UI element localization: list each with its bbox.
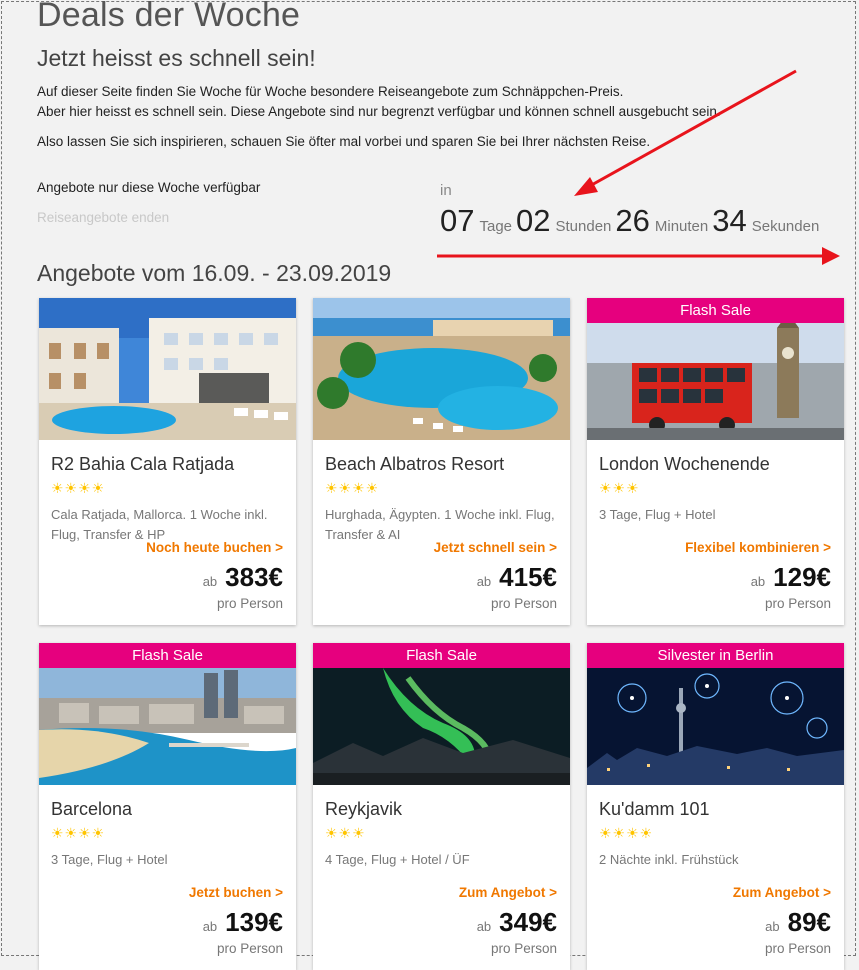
offer-image[interactable] <box>313 298 570 440</box>
star-rating-icon: ☀☀☀ <box>325 825 366 841</box>
offers-section-title: Angebote vom 16.09. - 23.09.2019 <box>37 260 392 286</box>
offer-description: 3 Tage, Flug + Hotel <box>599 507 716 522</box>
star-rating-icon: ☀☀☀☀ <box>325 480 380 496</box>
price-unit: pro Person <box>490 941 557 956</box>
offer-description: Hurghada, Ägypten. 1 Woche inkl. Flug, T… <box>325 507 555 542</box>
offer-price: ab 129€ <box>751 562 831 593</box>
page-subtitle: Jetzt heisst es schnell sein! <box>37 45 316 71</box>
offer-price: ab 415€ <box>477 562 557 593</box>
price-unit: pro Person <box>216 596 283 611</box>
star-rating-icon: ☀☀☀☀ <box>599 825 654 841</box>
offer-price: ab 349€ <box>477 907 557 938</box>
intro-line: Also lassen Sie sich inspirieren, schaue… <box>37 134 651 149</box>
price-value: 89€ <box>787 907 831 937</box>
countdown-seconds: 34 <box>712 203 747 238</box>
offer-badge: Silvester in Berlin <box>587 643 844 668</box>
offers-end-label: Reiseangebote enden <box>37 210 170 225</box>
offer-card[interactable]: R2 Bahia Cala Ratjada ☀☀☀☀ Cala Ratjada,… <box>39 298 296 625</box>
offer-card[interactable]: Flash Sale Reykjavik ☀☀☀ 4 Tage, Flug + … <box>313 643 570 970</box>
offer-description: 2 Nächte inkl. Frühstück <box>599 852 739 867</box>
price-prefix: ab <box>476 574 492 589</box>
countdown-prefix: in <box>440 182 452 199</box>
countdown-hours: 02 <box>516 203 551 238</box>
price-value: 383€ <box>225 562 283 592</box>
offer-name[interactable]: Ku'damm 101 <box>599 799 710 820</box>
offer-badge: Flash Sale <box>587 298 844 323</box>
star-rating-icon: ☀☀☀ <box>599 480 640 496</box>
price-unit: pro Person <box>490 596 557 611</box>
price-prefix: ab <box>476 919 492 934</box>
countdown-days-unit: Tage <box>479 218 513 235</box>
offer-cta-link[interactable]: Jetzt buchen > <box>189 885 283 900</box>
price-prefix: ab <box>765 919 780 934</box>
offer-name[interactable]: Beach Albatros Resort <box>325 454 504 475</box>
offer-image[interactable] <box>39 668 296 785</box>
price-unit: pro Person <box>216 941 283 956</box>
offer-card[interactable]: Flash Sale London Wochenende ☀☀☀ 3 Tage,… <box>587 298 844 625</box>
offer-cta-link[interactable]: Flexibel kombinieren > <box>685 540 831 555</box>
offer-card[interactable]: Beach Albatros Resort ☀☀☀☀ Hurghada, Ägy… <box>313 298 570 625</box>
offer-badge: Flash Sale <box>39 643 296 668</box>
intro-line: Aber hier heisst es schnell sein. Diese … <box>37 104 721 119</box>
price-value: 349€ <box>499 907 557 937</box>
star-rating-icon: ☀☀☀☀ <box>51 825 106 841</box>
offer-name[interactable]: Barcelona <box>51 799 132 820</box>
price-prefix: ab <box>202 574 218 589</box>
countdown-minutes: 26 <box>615 203 650 238</box>
offer-card[interactable]: Silvester in Berlin Ku'damm 101 ☀☀☀☀ 2 N… <box>587 643 844 970</box>
offer-description: Cala Ratjada, Mallorca. 1 Woche inkl. Fl… <box>51 507 268 542</box>
offer-image[interactable] <box>39 298 296 440</box>
offer-name[interactable]: London Wochenende <box>599 454 770 475</box>
offer-cta-link[interactable]: Zum Angebot > <box>733 885 831 900</box>
countdown-minutes-unit: Minuten <box>654 218 709 235</box>
offer-cta-link[interactable]: Jetzt schnell sein > <box>434 540 557 555</box>
price-unit: pro Person <box>764 941 831 956</box>
offer-description: 3 Tage, Flug + Hotel <box>51 852 168 867</box>
price-prefix: ab <box>750 574 766 589</box>
countdown-seconds-unit: Sekunden <box>751 218 820 235</box>
star-rating-icon: ☀☀☀☀ <box>51 480 106 496</box>
offer-price: ab 89€ <box>765 907 831 938</box>
intro-line: Auf dieser Seite finden Sie Woche für Wo… <box>37 84 624 99</box>
price-value: 129€ <box>773 562 831 592</box>
offer-image[interactable] <box>587 323 844 440</box>
offer-badge: Flash Sale <box>313 643 570 668</box>
offer-cta-link[interactable]: Noch heute buchen > <box>146 540 283 555</box>
price-prefix: ab <box>202 919 218 934</box>
offer-price: ab 139€ <box>203 907 283 938</box>
price-unit: pro Person <box>764 596 831 611</box>
countdown-hours-unit: Stunden <box>555 218 612 235</box>
offer-cta-link[interactable]: Zum Angebot > <box>459 885 557 900</box>
offer-image[interactable] <box>587 668 844 785</box>
offer-image[interactable] <box>313 668 570 785</box>
offer-name[interactable]: R2 Bahia Cala Ratjada <box>51 454 234 475</box>
offer-name[interactable]: Reykjavik <box>325 799 402 820</box>
offer-price: ab 383€ <box>203 562 283 593</box>
intro-text: Auf dieser Seite finden Sie Woche für Wo… <box>37 82 817 152</box>
countdown-days: 07 <box>440 203 475 238</box>
offer-card[interactable]: Flash Sale Barcelona ☀☀☀☀ 3 Tage, Flug +… <box>39 643 296 970</box>
price-value: 139€ <box>225 907 283 937</box>
countdown-timer: 07 Tage 02 Stunden 26 Minuten 34 Sekunde… <box>440 203 823 239</box>
page-title: Deals der Woche <box>37 0 301 34</box>
availability-label: Angebote nur diese Woche verfügbar <box>37 180 261 195</box>
offer-description: 4 Tage, Flug + Hotel / ÜF <box>325 852 470 867</box>
price-value: 415€ <box>499 562 557 592</box>
